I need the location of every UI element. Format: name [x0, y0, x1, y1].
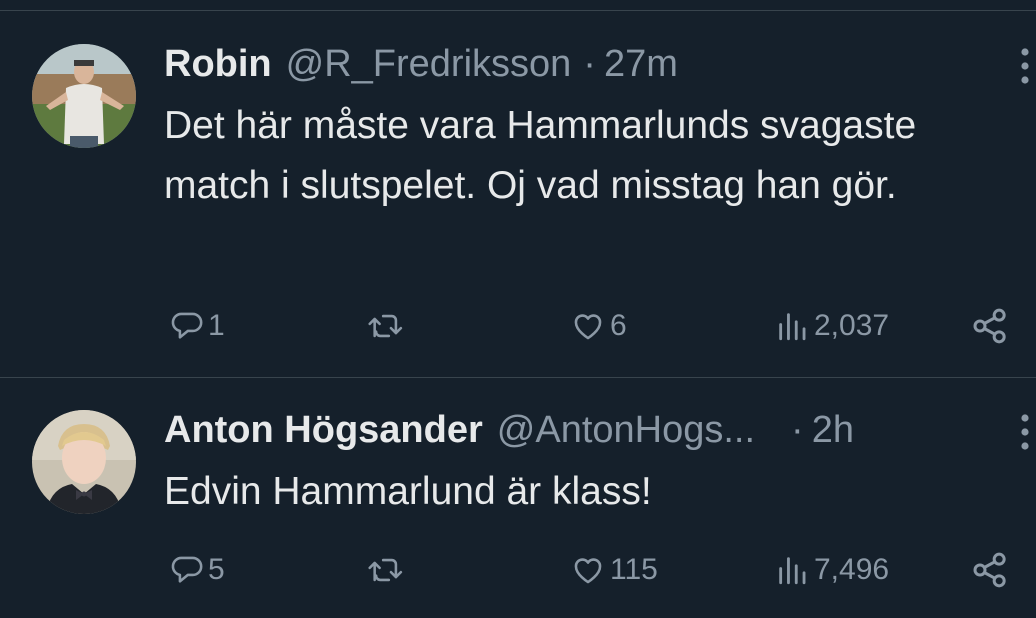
tweet[interactable]: Anton Högsander @AntonHogs... · 2h Edvin… [0, 378, 1036, 618]
user-handle[interactable]: @R_Fredriksson [286, 42, 572, 86]
more-options-icon[interactable] [1018, 412, 1032, 452]
tweet-header: Robin @R_Fredriksson · 27m [164, 42, 678, 86]
display-name[interactable]: Anton Högsander [164, 408, 483, 452]
timestamp[interactable]: 27m [604, 42, 678, 86]
views-button[interactable]: 2,037 [774, 304, 889, 348]
retweet-icon [366, 309, 406, 343]
share-button[interactable] [970, 304, 1010, 348]
avatar[interactable] [32, 44, 136, 148]
tweet-actions: 5 115 7,496 [164, 548, 1036, 592]
share-button[interactable] [970, 548, 1010, 592]
more-options-icon[interactable] [1018, 46, 1032, 86]
reply-icon [170, 553, 204, 587]
separator-dot: · [791, 409, 804, 451]
tweet-header: Anton Högsander @AntonHogs... · 2h [164, 408, 854, 452]
views-button[interactable]: 7,496 [774, 548, 889, 592]
like-count: 6 [610, 309, 627, 342]
like-button[interactable]: 6 [570, 304, 627, 348]
retweet-button[interactable] [366, 548, 406, 592]
reply-button[interactable]: 1 [170, 304, 225, 348]
share-icon [970, 306, 1010, 346]
views-icon [774, 553, 810, 587]
separator-dot: · [583, 43, 596, 85]
heart-icon [570, 553, 606, 587]
tweet-actions: 1 6 2,037 [164, 304, 1036, 348]
display-name[interactable]: Robin [164, 42, 272, 86]
reply-count: 5 [208, 553, 225, 586]
like-count: 115 [610, 553, 658, 586]
tweet-text: Edvin Hammarlund är klass! [164, 470, 652, 513]
tweet-text: Det här måste vara Hammarlunds svagaste … [164, 104, 917, 207]
view-count: 2,037 [814, 309, 890, 342]
share-icon [970, 550, 1010, 590]
timestamp[interactable]: 2h [812, 408, 854, 452]
view-count: 7,496 [814, 553, 890, 586]
tweet[interactable]: Robin @R_Fredriksson · 27m Det här måste… [0, 0, 1036, 376]
reply-icon [170, 309, 204, 343]
avatar[interactable] [32, 410, 136, 514]
user-handle[interactable]: @AntonHogs... [497, 408, 755, 452]
retweet-icon [366, 553, 406, 587]
heart-icon [570, 309, 606, 343]
like-button[interactable]: 115 [570, 548, 658, 592]
reply-count: 1 [208, 309, 225, 342]
retweet-button[interactable] [366, 304, 406, 348]
views-icon [774, 309, 810, 343]
reply-button[interactable]: 5 [170, 548, 225, 592]
